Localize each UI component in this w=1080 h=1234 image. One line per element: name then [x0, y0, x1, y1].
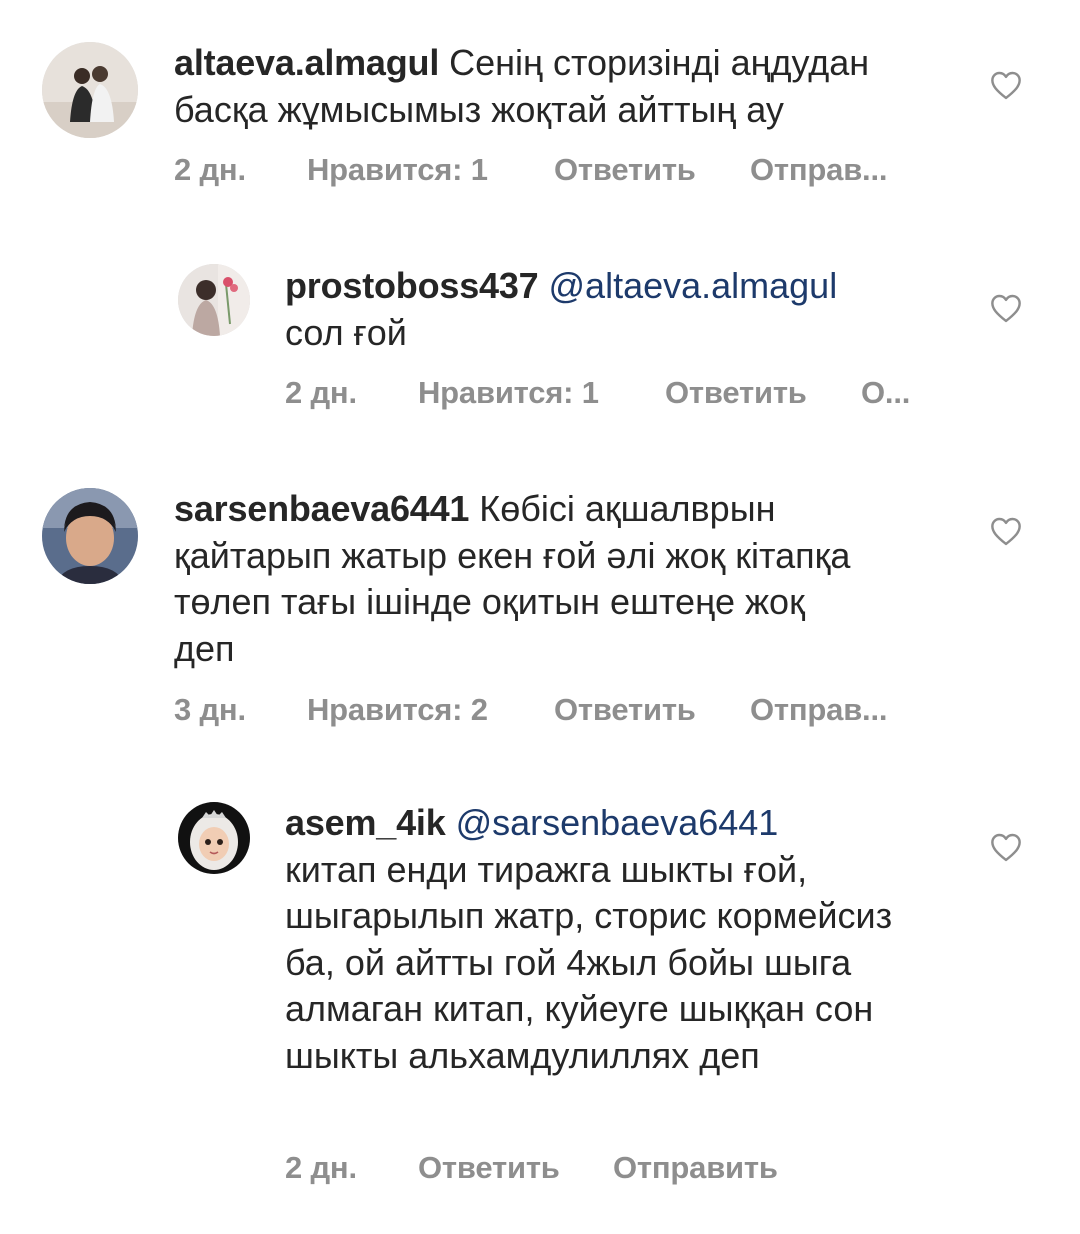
comment-body: asem_4ik @sarsenbaeva6441 китап енди тир…	[285, 800, 925, 1079]
send-button[interactable]: Отправ...	[750, 692, 887, 728]
comment-content: сол ғой	[285, 311, 407, 353]
comment-content: китап енди тиражга шыкты ғой, шыгарылып …	[285, 848, 893, 1076]
send-button[interactable]: О...	[861, 375, 910, 411]
comment-username[interactable]: prostoboss437	[285, 265, 539, 306]
likes-count[interactable]: Нравится: 1	[418, 375, 599, 411]
heart-outline-icon[interactable]	[989, 70, 1023, 100]
comment-time: 2 дн.	[285, 375, 357, 410]
comment-text: altaeva.almagul Сенің сторизінді аңдудан…	[174, 40, 964, 133]
heart-outline-icon[interactable]	[989, 832, 1023, 862]
comment-time: 2 дн.	[174, 152, 246, 187]
send-button[interactable]: Отправ...	[750, 152, 887, 188]
reply-button[interactable]: Ответить	[418, 1150, 560, 1186]
comment-username[interactable]: altaeva.almagul	[174, 42, 439, 83]
heart-outline-icon[interactable]	[989, 516, 1023, 546]
reply-button[interactable]: Ответить	[665, 375, 807, 411]
comment-time: 2 дн.	[285, 1150, 357, 1185]
comment-text: sarsenbaeva6441 Көбісі ақшалврын қайтары…	[174, 486, 874, 672]
comment-body: altaeva.almagul Сенің сторизінді аңдудан…	[174, 40, 964, 133]
avatar[interactable]	[178, 802, 250, 874]
comment-text: asem_4ik @sarsenbaeva6441 китап енди тир…	[285, 800, 925, 1079]
mention-link[interactable]: @altaeva.almagul	[549, 265, 838, 306]
mention-link[interactable]: @sarsenbaeva6441	[456, 802, 779, 843]
likes-count[interactable]: Нравится: 1	[307, 152, 488, 188]
send-button[interactable]: Отправить	[613, 1150, 778, 1186]
comment-body: sarsenbaeva6441 Көбісі ақшалврын қайтары…	[174, 486, 874, 672]
comment-username[interactable]: asem_4ik	[285, 802, 446, 843]
avatar[interactable]	[178, 264, 250, 336]
heart-outline-icon[interactable]	[989, 293, 1023, 323]
comment-text: prostoboss437 @altaeva.almagul сол ғой	[285, 263, 975, 356]
reply-button[interactable]: Ответить	[554, 152, 696, 188]
avatar[interactable]	[42, 42, 138, 138]
avatar[interactable]	[42, 488, 138, 584]
reply-button[interactable]: Ответить	[554, 692, 696, 728]
comment-username[interactable]: sarsenbaeva6441	[174, 488, 469, 529]
likes-count[interactable]: Нравится: 2	[307, 692, 488, 728]
comment-body: prostoboss437 @altaeva.almagul сол ғой	[285, 263, 975, 356]
comment-time: 3 дн.	[174, 692, 246, 727]
